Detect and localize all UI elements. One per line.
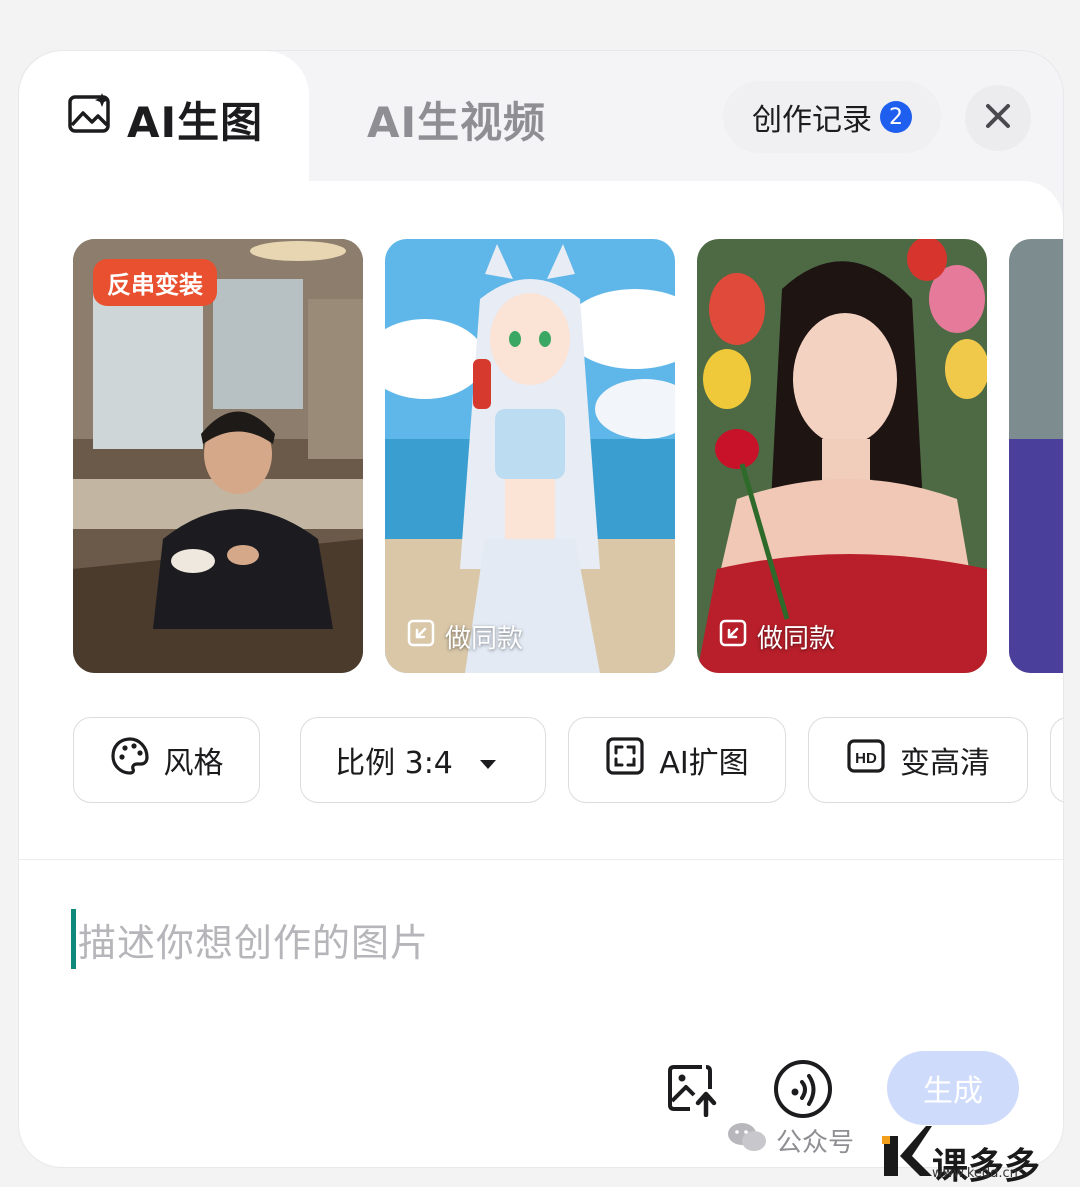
arrow-in-icon: [719, 619, 757, 654]
creation-history-label: 创作记录: [752, 103, 872, 138]
wechat-icon: [726, 1120, 776, 1161]
divider: [19, 859, 1063, 860]
image-sparkle-icon: [67, 91, 127, 147]
make-same-label: 做同款: [757, 624, 836, 654]
tab-ai-video-label: AI生视频: [367, 97, 547, 147]
arrow-in-icon: [407, 619, 445, 654]
generate-button[interactable]: 生成: [887, 1051, 1019, 1125]
make-same-label: 做同款: [445, 624, 524, 654]
ratio-dropdown[interactable]: 比例 3:4: [300, 717, 546, 803]
text-caret: [71, 909, 76, 969]
rose-portrait-image: [697, 239, 987, 673]
image-upload-icon: [666, 1061, 724, 1121]
prompt-placeholder: 描述你想创作的图片: [78, 920, 430, 965]
more-tool-button[interactable]: [1050, 717, 1063, 803]
voice-wave-icon: [772, 1058, 834, 1124]
ai-expand-button[interactable]: AI扩图: [568, 717, 786, 803]
tab-ai-video[interactable]: AI生视频: [367, 87, 546, 151]
caret-down-icon: [479, 743, 511, 778]
voice-input-button[interactable]: [771, 1059, 835, 1123]
logo-k-mark: [882, 1122, 932, 1187]
anime-beach-image: [385, 239, 675, 673]
watermark-account-label: 公众号: [776, 1128, 855, 1158]
ai-create-panel: AI生图 AI生视频 创作记录 2 反串变装 做同款 做同款 风格 比例 3:4…: [18, 50, 1064, 1168]
example-card-anime[interactable]: 做同款: [385, 239, 675, 673]
tool-row: 风格 比例 3:4 AI扩图 HD 变高清: [73, 717, 1063, 807]
expand-frame-icon: [605, 736, 659, 784]
example-card-cafe[interactable]: 反串变装: [73, 239, 363, 673]
style-label: 风格: [163, 746, 224, 781]
hd-upscale-button[interactable]: HD 变高清: [808, 717, 1028, 803]
example-tag: 反串变装: [93, 259, 217, 306]
hd-icon: HD: [846, 736, 900, 784]
example-card-rose[interactable]: 做同款: [697, 239, 987, 673]
upload-image-button[interactable]: [663, 1059, 727, 1123]
generate-label: 生成: [923, 1074, 983, 1109]
hd-label: 变高清: [900, 746, 990, 781]
ratio-label: 比例 3:4: [335, 746, 453, 781]
logo-url: www.kedd.cn: [932, 1166, 1018, 1181]
make-same-button[interactable]: 做同款: [719, 618, 835, 655]
close-button[interactable]: [965, 85, 1031, 151]
wechat-watermark: 公众号: [726, 1120, 854, 1161]
palette-icon: [110, 736, 164, 784]
ai-expand-label: AI扩图: [659, 746, 749, 781]
history-count-badge: 2: [880, 101, 912, 133]
make-same-button[interactable]: 做同款: [407, 618, 523, 655]
svg-text:HD: HD: [855, 750, 877, 767]
example-card-partial[interactable]: [1009, 239, 1063, 673]
close-icon: [985, 103, 1011, 133]
tab-ai-image-label: AI生图: [127, 97, 264, 147]
creation-history-button[interactable]: 创作记录 2: [723, 81, 941, 153]
tab-ai-image[interactable]: AI生图: [67, 87, 263, 151]
prompt-input[interactable]: 描述你想创作的图片: [71, 909, 429, 969]
example-carousel[interactable]: 反串变装 做同款 做同款: [73, 239, 1063, 675]
partial-example-image: [1009, 239, 1063, 673]
style-button[interactable]: 风格: [73, 717, 260, 803]
